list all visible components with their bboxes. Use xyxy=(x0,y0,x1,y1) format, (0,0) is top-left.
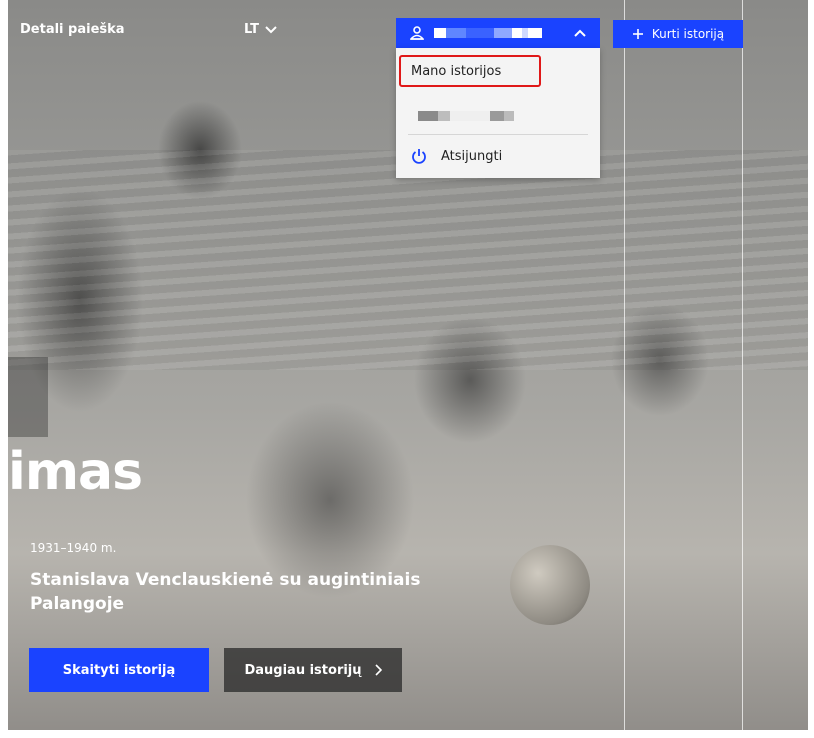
chevron-down-icon xyxy=(265,25,277,33)
overlay-block xyxy=(8,357,48,437)
menu-divider xyxy=(408,134,588,135)
guide-line xyxy=(742,0,743,738)
page-edge xyxy=(0,730,814,738)
chevron-right-icon xyxy=(374,664,382,676)
logout-label: Atsijungti xyxy=(441,148,503,164)
page-edge xyxy=(0,0,8,738)
guide-line xyxy=(624,0,625,738)
user-menu-button[interactable] xyxy=(396,18,600,48)
more-stories-label: Daugiau istorijų xyxy=(244,662,362,678)
story-date: 1931–1940 m. xyxy=(30,541,117,555)
create-story-label: Kurti istoriją xyxy=(651,27,725,41)
read-story-button[interactable]: Skaityti istoriją xyxy=(29,648,209,692)
language-label: LT xyxy=(244,22,259,37)
power-icon xyxy=(412,149,426,164)
chevron-up-icon xyxy=(574,29,586,37)
sea-waves xyxy=(0,150,814,370)
story-subtitle: Stanislava Venclauskienė su augintiniais… xyxy=(30,570,421,614)
page-edge xyxy=(808,0,814,738)
masked-username xyxy=(434,28,542,38)
hero-title: imas xyxy=(8,442,143,502)
user-icon xyxy=(410,26,424,40)
detail-search-link[interactable]: Detali paieška xyxy=(20,22,125,37)
read-story-label: Skaityti istoriją xyxy=(62,662,176,678)
logout-item[interactable]: Atsijungti xyxy=(411,148,502,164)
plus-icon xyxy=(632,29,643,39)
more-stories-button[interactable]: Daugiau istorijų xyxy=(224,648,402,692)
create-story-button[interactable]: Kurti istoriją xyxy=(613,20,743,48)
highlight-box xyxy=(399,55,541,87)
language-selector[interactable]: LT xyxy=(244,22,277,37)
beach-ball xyxy=(510,545,590,625)
masked-profile-item[interactable] xyxy=(418,111,514,121)
